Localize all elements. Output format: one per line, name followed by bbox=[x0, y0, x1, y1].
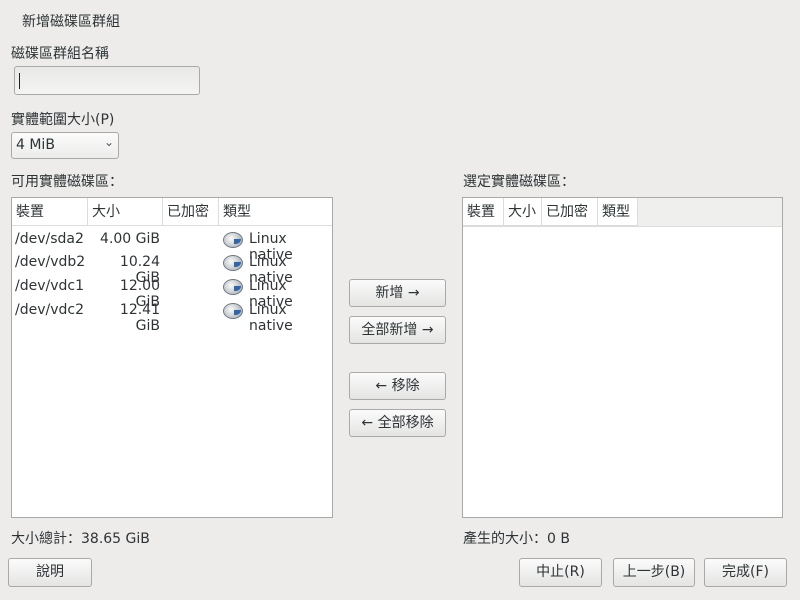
add-button[interactable]: 新增 → bbox=[349, 279, 446, 307]
size-cell: 4.00 GiB bbox=[100, 231, 160, 247]
volume-group-name-input[interactable] bbox=[14, 66, 200, 95]
column-size[interactable]: 大小 bbox=[504, 198, 542, 226]
remove-all-button[interactable]: ← 全部移除 bbox=[349, 409, 446, 437]
extent-size-label: 實體範圍大小(P) bbox=[11, 112, 115, 128]
text-caret bbox=[19, 73, 20, 89]
selected-volumes-list[interactable]: 裝置 大小 已加密 類型 bbox=[462, 197, 783, 518]
column-encrypted[interactable]: 已加密 bbox=[542, 198, 598, 226]
column-device[interactable]: 裝置 bbox=[463, 198, 504, 226]
available-volumes-label: 可用實體磁碟區： bbox=[11, 174, 123, 190]
back-button[interactable]: 上一步(B) bbox=[613, 558, 695, 587]
table-row[interactable]: /dev/vdc2 12.41 GiB Linux native bbox=[12, 299, 332, 334]
resulting-size-text: 產生的大小：0 B bbox=[463, 531, 570, 547]
column-encrypted[interactable]: 已加密 bbox=[163, 198, 219, 226]
device-cell: /dev/sda2 bbox=[15, 231, 84, 247]
table-row[interactable]: /dev/vdc1 12.00 GiB Linux native bbox=[12, 275, 332, 310]
extent-size-select[interactable]: 4 MiB ⌄ bbox=[11, 132, 119, 159]
finish-button[interactable]: 完成(F) bbox=[704, 558, 787, 587]
device-cell: /dev/vdc1 bbox=[15, 278, 84, 294]
disk-icon bbox=[223, 279, 243, 295]
disk-icon bbox=[223, 255, 243, 271]
table-row[interactable]: /dev/vdb2 10.24 GiB Linux native bbox=[12, 251, 332, 286]
chevron-down-icon[interactable]: ⌄ bbox=[104, 135, 114, 149]
column-size[interactable]: 大小 bbox=[88, 198, 163, 226]
column-device[interactable]: 裝置 bbox=[12, 198, 88, 226]
device-cell: /dev/vdc2 bbox=[15, 302, 84, 318]
cancel-button[interactable]: 中止(R) bbox=[519, 558, 602, 587]
disk-icon bbox=[223, 303, 243, 319]
column-type[interactable]: 類型 bbox=[219, 198, 332, 226]
disk-icon bbox=[223, 232, 243, 248]
size-cell: 12.41 GiB bbox=[119, 302, 160, 334]
remove-button[interactable]: ← 移除 bbox=[349, 372, 446, 400]
column-type[interactable]: 類型 bbox=[598, 198, 638, 226]
dialog-title: 新增磁碟區群組 bbox=[22, 14, 120, 30]
type-cell: Linux native bbox=[249, 302, 293, 334]
total-size-text: 大小總計：38.65 GiB bbox=[11, 531, 150, 547]
volume-group-name-label: 磁碟區群組名稱 bbox=[11, 46, 109, 62]
table-row[interactable]: /dev/sda2 4.00 GiB Linux native bbox=[12, 228, 332, 263]
available-volumes-list[interactable]: 裝置 大小 已加密 類型 /dev/sda2 4.00 GiB Linux na… bbox=[11, 197, 333, 518]
help-button[interactable]: 說明 bbox=[8, 558, 92, 587]
extent-size-value: 4 MiB bbox=[16, 137, 55, 153]
device-cell: /dev/vdb2 bbox=[15, 254, 86, 270]
selected-volumes-label: 選定實體磁碟區： bbox=[463, 174, 575, 190]
add-all-button[interactable]: 全部新增 → bbox=[349, 316, 446, 344]
